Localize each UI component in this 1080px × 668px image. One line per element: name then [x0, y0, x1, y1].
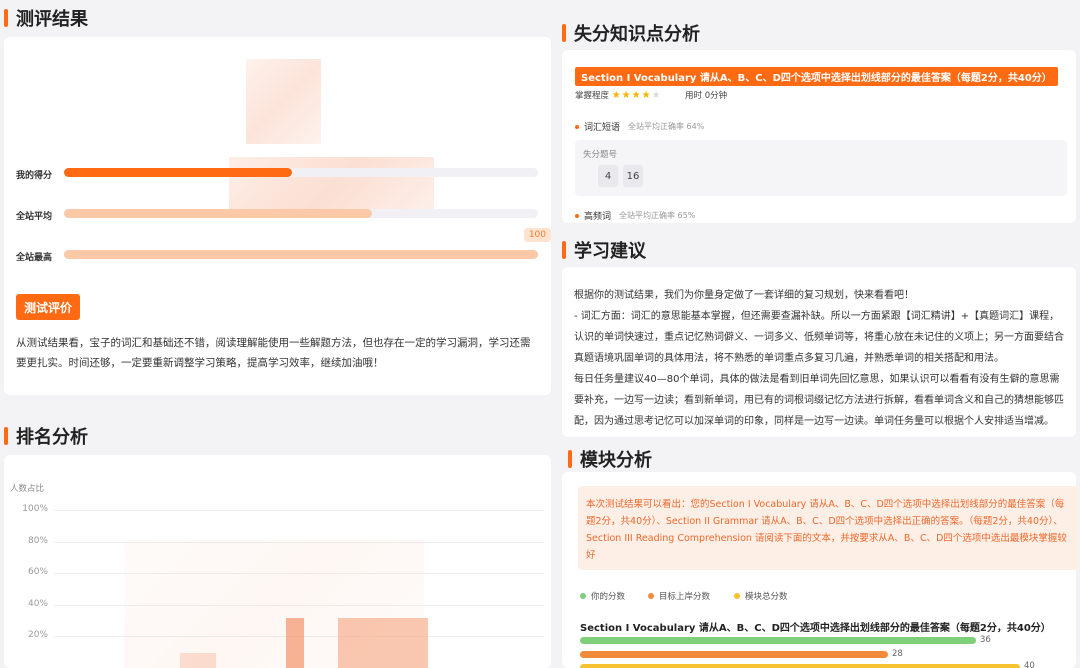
- knowledge-point-rate: 全站平均正确率 65%: [619, 211, 696, 220]
- eval-section-title: 测评结果: [4, 5, 88, 31]
- lost-questions-box: 失分题号 4 16: [575, 140, 1067, 196]
- target-score-value: 28: [892, 649, 903, 659]
- my-score-row: 我的得分: [16, 168, 52, 181]
- your-score-value: 36: [980, 635, 991, 645]
- rank-title: 排名分析: [16, 427, 88, 448]
- module-summary: 本次测试结果可以看出：您的Section I Vocabulary 请从A、B、…: [578, 486, 1078, 570]
- loss-section-title: 失分知识点分析: [562, 20, 700, 46]
- rank-bar: [338, 618, 428, 668]
- question-number-chip[interactable]: 16: [623, 165, 643, 187]
- legend-label: 你的分数: [591, 592, 626, 602]
- test-evaluation-button[interactable]: 测试评价: [16, 294, 81, 320]
- bullet-dot: [575, 213, 579, 218]
- mastery-label: 掌握程度: [575, 91, 610, 101]
- eval-title: 测评结果: [16, 9, 88, 30]
- pixelated-image: [229, 157, 434, 217]
- question-number-chip[interactable]: 4: [598, 165, 618, 187]
- rank-card: 人数占比 100% 80% 60% 40% 20%: [4, 455, 551, 668]
- title-accent-bar: [4, 9, 8, 27]
- rank-bar: [286, 618, 304, 668]
- avg-label: 全站平均: [16, 212, 53, 222]
- star-rating: ★★★★★: [611, 90, 662, 101]
- legend-item: 目标上岸分数: [648, 590, 710, 602]
- avg-track: [64, 209, 538, 218]
- section-heading-tag: Section I Vocabulary 请从A、B、C、D四个选项中选择出划线…: [575, 67, 1058, 86]
- my-score-fill: [64, 168, 292, 177]
- my-score-label: 我的得分: [16, 171, 53, 181]
- y-tick: 100%: [22, 504, 48, 514]
- legend-dot: [580, 593, 586, 599]
- rank-y-label: 人数占比: [10, 484, 45, 494]
- total-score-bar: [580, 664, 1020, 668]
- legend-dot: [734, 593, 740, 599]
- module-section-title: 模块分析: [568, 446, 652, 472]
- y-tick: 20%: [27, 630, 48, 640]
- max-label: 全站最高: [16, 253, 53, 263]
- rank-chart-area: [54, 510, 544, 668]
- time-used: 用时 0分钟: [685, 91, 728, 101]
- module-card: 本次测试结果可以看出：您的Section I Vocabulary 请从A、B、…: [562, 472, 1078, 668]
- max-row: 全站最高: [16, 250, 52, 263]
- legend-dot: [648, 593, 654, 599]
- module-title: 模块分析: [580, 450, 652, 471]
- avg-row: 全站平均: [16, 209, 52, 222]
- total-score-value: 40: [1024, 661, 1035, 668]
- advice-title: 学习建议: [574, 241, 646, 262]
- knowledge-point-highfreq[interactable]: 高频词 全站平均正确率 65%: [575, 209, 695, 222]
- mastery-row: 掌握程度 ★★★★★: [575, 89, 662, 101]
- eval-card: 我的得分 全站平均 全站最高 100 测试评价 从测试结果看，宝子的词汇和基础还…: [4, 37, 551, 395]
- knowledge-point-name: 词汇短语: [584, 123, 621, 133]
- legend-label: 目标上岸分数: [659, 592, 711, 602]
- your-score-bar: [580, 637, 976, 644]
- module-question-title: Section I Vocabulary 请从A、B、C、D四个选项中选择出划线…: [580, 623, 1051, 634]
- advice-paragraph: 每日任务量建议40—80个单词，具体的做法是看到旧单词先回忆意思，如果认识可以看…: [574, 374, 1064, 427]
- my-score-track: [64, 168, 538, 177]
- advice-card: 根据你的测试结果，我们为你量身定做了一套详细的复习规划，快来看看吧！ - 词汇方…: [562, 267, 1076, 437]
- advice-text: 根据你的测试结果，我们为你量身定做了一套详细的复习规划，快来看看吧！ - 词汇方…: [574, 285, 1068, 432]
- max-track: [64, 250, 538, 259]
- pixelated-image: [246, 59, 321, 144]
- lost-questions-label: 失分题号: [583, 150, 618, 160]
- max-score-badge: 100: [523, 228, 551, 242]
- avg-fill: [64, 209, 373, 218]
- legend-label: 模块总分数: [745, 592, 788, 602]
- advice-paragraph: - 词汇方面：词汇的意思能基本掌握，但还需要查漏补缺。所以一方面紧跟【词汇精讲】…: [574, 311, 1064, 364]
- title-accent-bar: [562, 24, 566, 42]
- knowledge-point-vocab[interactable]: 词汇短语 全站平均正确率 64%: [575, 120, 704, 133]
- knowledge-point-name: 高频词: [584, 212, 612, 222]
- bullet-dot: [575, 124, 579, 129]
- y-tick: 60%: [27, 567, 48, 577]
- title-accent-bar: [562, 241, 566, 259]
- rank-section-title: 排名分析: [4, 423, 88, 449]
- max-fill: [64, 250, 538, 259]
- legend-item: 模块总分数: [734, 590, 788, 602]
- title-accent-bar: [4, 427, 8, 445]
- evaluation-text: 从测试结果看，宝子的词汇和基础还不错，阅读理解能使用一些解题方法，但也存在一定的…: [16, 337, 531, 369]
- advice-section-title: 学习建议: [562, 237, 646, 263]
- legend-item: 你的分数: [580, 590, 625, 602]
- loss-card: Section I Vocabulary 请从A、B、C、D四个选项中选择出划线…: [562, 50, 1076, 223]
- advice-paragraph: 根据你的测试结果，我们为你量身定做了一套详细的复习规划，快来看看吧！: [574, 290, 914, 301]
- y-tick: 80%: [27, 536, 48, 546]
- target-score-bar: [580, 651, 888, 658]
- y-tick: 40%: [27, 599, 48, 609]
- title-accent-bar: [568, 450, 572, 468]
- knowledge-point-rate: 全站平均正确率 64%: [628, 122, 705, 131]
- loss-title: 失分知识点分析: [574, 24, 700, 45]
- rank-bar: [180, 653, 216, 668]
